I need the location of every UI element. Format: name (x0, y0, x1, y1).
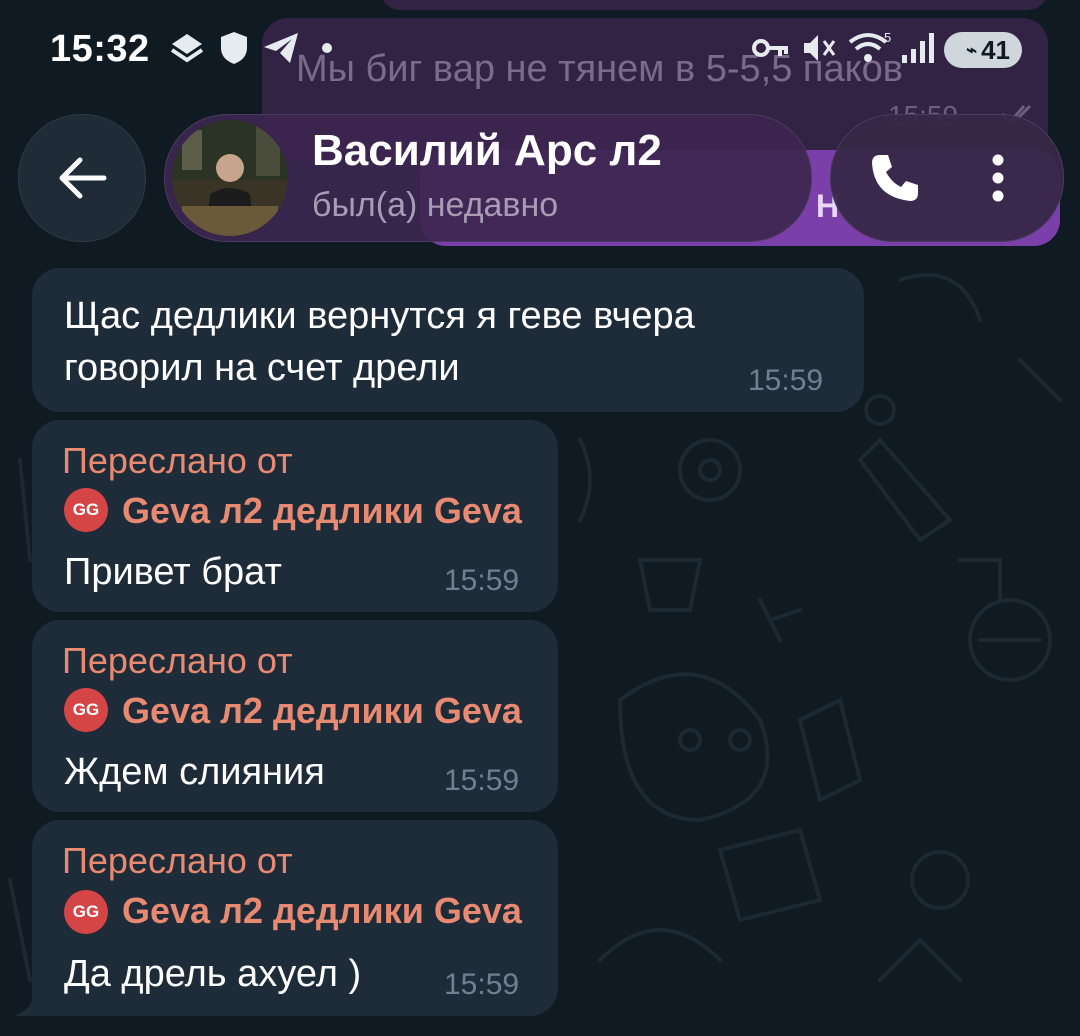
mute-icon (800, 30, 838, 66)
status-time: 15:32 (50, 28, 150, 70)
message-time: 15:59 (444, 968, 520, 1001)
key-icon (752, 30, 790, 66)
more-options-button[interactable] (972, 140, 1024, 216)
outgoing-bubble-previous (380, 0, 1048, 10)
phone-icon (872, 155, 918, 201)
contact-name: Василий Арс л2 (312, 126, 662, 175)
message-time: 15:59 (444, 564, 520, 597)
dot-icon (320, 30, 334, 66)
signal-icon (900, 30, 938, 66)
telegram-icon (262, 30, 300, 66)
forwarded-label: Переслано от (62, 640, 293, 681)
forward-sender-name[interactable]: Geva л2 дедлики Geva (122, 690, 522, 732)
forward-sender-avatar[interactable]: GG (64, 688, 108, 732)
shield-stack-icon (168, 30, 206, 66)
more-vert-icon (992, 154, 1004, 202)
svg-text:5: 5 (884, 30, 891, 45)
message-text: Да дрель ахуел ) (64, 953, 362, 995)
forward-sender-avatar[interactable]: GG (64, 488, 108, 532)
message-time: 15:59 (748, 364, 824, 397)
contact-last-seen: был(а) недавно (312, 186, 559, 224)
battery-level: 41 (981, 34, 1010, 65)
forward-sender-name[interactable]: Geva л2 дедлики Geva (122, 890, 522, 932)
forwarded-label: Переслано от (62, 440, 293, 481)
message-text: Привет брат (64, 551, 282, 593)
message-text-line: говорил на счет дрели (64, 347, 460, 389)
message-text: Ждем слияния (64, 751, 325, 793)
battery-indicator: ⌁ 41 (944, 32, 1022, 68)
contact-avatar[interactable] (172, 120, 288, 236)
wifi-icon: 5 (846, 30, 894, 66)
forwarded-label: Переслано от (62, 840, 293, 881)
message-time: 15:59 (444, 764, 520, 797)
forward-sender-name[interactable]: Geva л2 дедлики Geva (122, 490, 522, 532)
bubble-tail (14, 990, 44, 1016)
shield-icon (218, 30, 250, 66)
call-button[interactable] (852, 140, 938, 216)
back-arrow-icon (59, 157, 107, 199)
battery-leaf-icon: ⌁ (966, 39, 978, 60)
forward-sender-avatar[interactable]: GG (64, 890, 108, 934)
back-button[interactable] (18, 114, 146, 242)
message-text-line: Щас дедлики вернутся я геве вчера (64, 295, 695, 337)
